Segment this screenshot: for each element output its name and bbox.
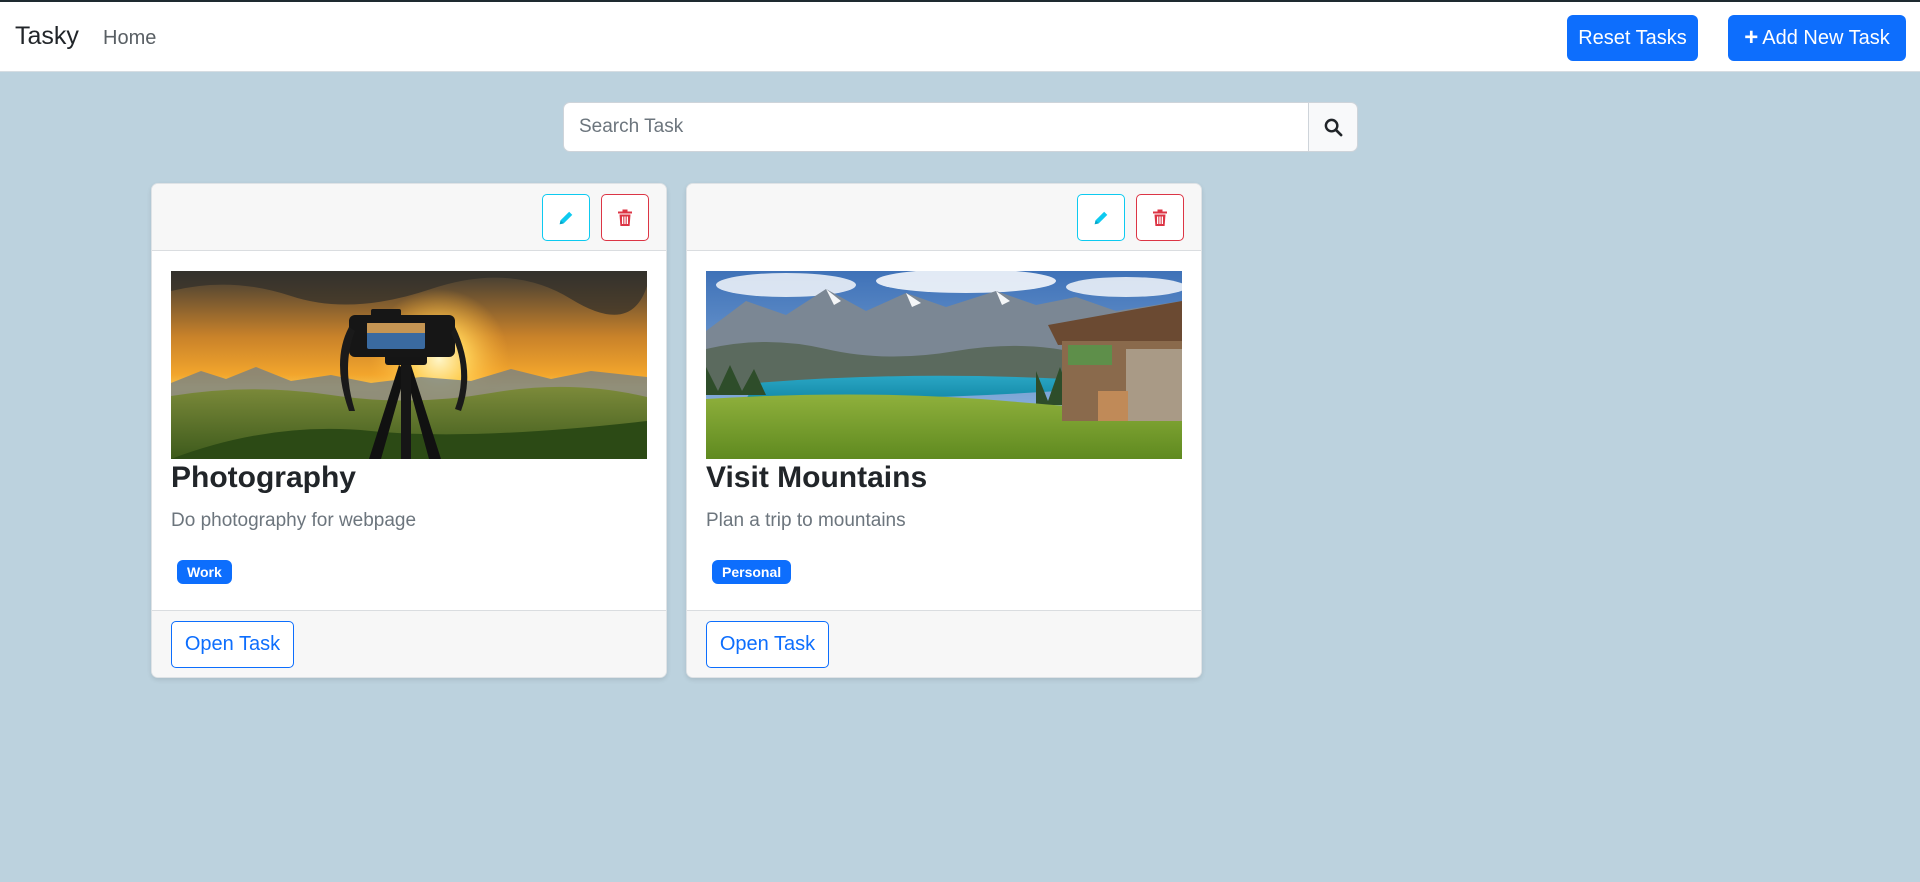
card-header (687, 184, 1201, 251)
card-footer: Open Task (152, 610, 666, 677)
task-description: Do photography for webpage (171, 510, 417, 531)
search-icon (1324, 118, 1342, 136)
edit-task-button[interactable] (1077, 194, 1125, 241)
pencil-icon (559, 211, 573, 224)
edit-task-button[interactable] (542, 194, 590, 241)
task-description: Plan a trip to mountains (706, 510, 906, 531)
search-button[interactable] (1308, 102, 1358, 152)
open-task-button[interactable]: Open Task (706, 621, 829, 668)
plus-icon: + (1744, 24, 1759, 51)
pencil-icon (1094, 211, 1108, 224)
task-title: Photography (171, 461, 356, 494)
nav-link-home[interactable]: Home (103, 27, 156, 50)
navbar: Tasky Home Reset Tasks + Add New Task (0, 2, 1920, 72)
camera-on-tripod-photo (171, 271, 647, 459)
task-card: Photography Do photography for webpage W… (151, 183, 667, 678)
mountain-lake-cabin-photo (706, 271, 1182, 459)
card-footer: Open Task (687, 610, 1201, 677)
task-card: Visit Mountains Plan a trip to mountains… (686, 183, 1202, 678)
task-image-photography (171, 271, 647, 459)
open-task-button[interactable]: Open Task (171, 621, 294, 668)
add-new-task-button[interactable]: + Add New Task (1728, 15, 1906, 61)
trash-icon (618, 209, 632, 226)
brand-logo[interactable]: Tasky (15, 22, 79, 51)
delete-task-button[interactable] (601, 194, 649, 241)
reset-tasks-button[interactable]: Reset Tasks (1567, 15, 1698, 61)
search-input[interactable] (563, 102, 1308, 152)
card-header (152, 184, 666, 251)
trash-icon (1153, 209, 1167, 226)
task-type-badge: Personal (712, 560, 792, 584)
add-new-task-label: Add New Task (1762, 26, 1890, 49)
task-type-badge: Work (177, 560, 232, 584)
task-title: Visit Mountains (706, 461, 928, 494)
task-image-mountains (706, 271, 1182, 459)
delete-task-button[interactable] (1136, 194, 1184, 241)
search-group (563, 102, 1358, 152)
